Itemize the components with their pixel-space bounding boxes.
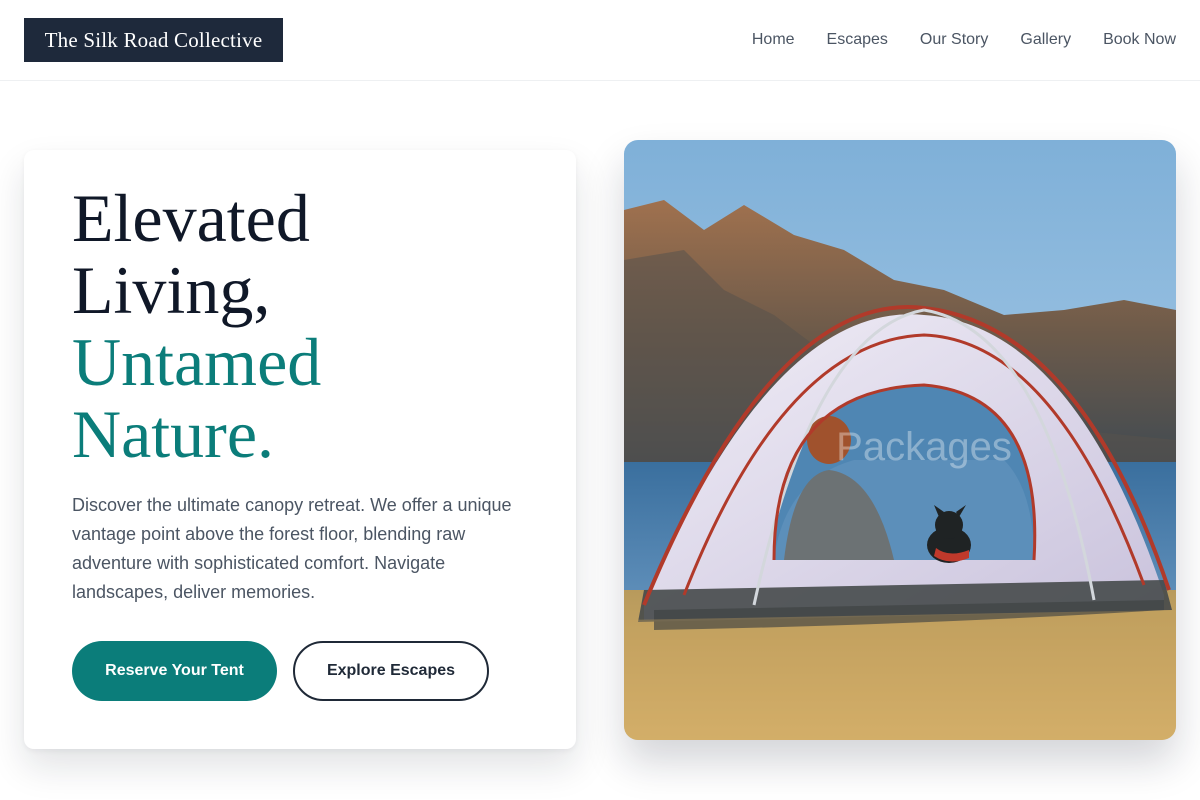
headline-line-2: Living, [72, 252, 271, 328]
nav-escapes[interactable]: Escapes [827, 31, 888, 49]
nav-our-story[interactable]: Our Story [920, 31, 988, 49]
nav-gallery[interactable]: Gallery [1020, 31, 1071, 49]
site-header: The Silk Road Collective Home Escapes Ou… [0, 0, 1200, 81]
hero-headline: Elevated Living, Untamed Nature. [72, 182, 542, 470]
nav-book-now[interactable]: Book Now [1103, 31, 1176, 49]
tent-lake-illustration: Packages [624, 140, 1176, 740]
brand-logo[interactable]: The Silk Road Collective [24, 18, 283, 62]
nav-home[interactable]: Home [752, 31, 795, 49]
headline-accent-line-1: Untamed [72, 324, 322, 400]
image-watermark: Packages [836, 425, 1012, 469]
main-nav: Home Escapes Our Story Gallery Book Now [752, 0, 1176, 80]
reserve-tent-button[interactable]: Reserve Your Tent [72, 641, 277, 701]
hero-description: Discover the ultimate canopy retreat. We… [72, 495, 512, 602]
hero-card: Elevated Living, Untamed Nature. Discove… [24, 150, 576, 749]
explore-escapes-button[interactable]: Explore Escapes [293, 641, 489, 701]
hero-image: Packages [624, 140, 1176, 740]
headline-line-1: Elevated [72, 180, 310, 256]
headline-accent-line-2: Nature. [72, 396, 275, 472]
